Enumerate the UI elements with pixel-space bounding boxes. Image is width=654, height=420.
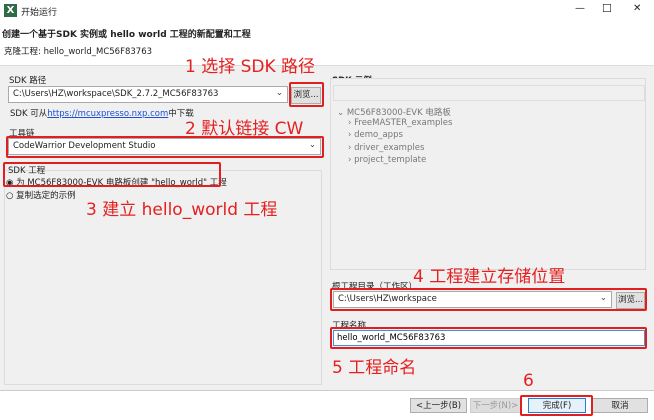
sdk-download-text: SDK 可从https://mcuxpresso.nxp.com中下载 (10, 107, 194, 119)
tree-item[interactable]: › driver_examples (348, 143, 424, 153)
minimize-button[interactable]: — (575, 3, 585, 14)
sdk-path-combo[interactable]: C:\Users\HZ\workspace\SDK_2.7.2_MC56F837… (8, 86, 288, 103)
window-title: 开始运行 (21, 8, 58, 18)
annotation-2: 2 默认链接 CW (185, 119, 304, 139)
tree-item[interactable]: › FreeMASTER_examples (348, 118, 452, 128)
annotation-4: 4 工程建立存储位置 (413, 267, 566, 287)
tree-item-label: driver_examples (354, 143, 425, 153)
highlight-toolchain (6, 136, 324, 158)
back-button[interactable]: <上一步(B) (410, 398, 467, 413)
download-link[interactable]: https://mcuxpresso.nxp.com (47, 109, 168, 119)
radio-label: 复制选定的示例 (16, 191, 76, 201)
app-icon: X (4, 4, 17, 17)
radio-unchecked-icon[interactable]: ○ (6, 191, 13, 201)
cancel-button[interactable]: 取消 (592, 398, 648, 413)
highlight-finish (520, 395, 593, 416)
tree-item-label: demo_apps (354, 130, 403, 140)
next-button[interactable]: 下一步(N)> (470, 398, 521, 413)
download-prefix: SDK 可从 (10, 109, 48, 119)
highlight-sdk-project (3, 162, 221, 187)
highlight-sdk-browse (289, 82, 324, 107)
highlight-project-name (330, 327, 647, 349)
maximize-button[interactable]: ☐ (602, 2, 612, 15)
tree-item-label: project_template (354, 155, 427, 165)
annotation-5: 5 工程命名 (332, 358, 417, 378)
page-heading: 创建一个基于SDK 实例或 hello world 工程的新配置和工程 (2, 30, 251, 40)
examples-search-input[interactable] (333, 85, 645, 101)
annotation-3: 3 建立 hello_world 工程 (86, 200, 278, 220)
radio-copy-example[interactable]: ○ 复制选定的示例 (6, 189, 76, 201)
clone-info: 克隆工程: hello_world_MC56F83763 (4, 47, 153, 57)
sdk-path-label: SDK 路径 (9, 76, 47, 86)
tree-item[interactable]: › project_template (348, 155, 426, 165)
bottom-divider (0, 390, 654, 391)
sdk-path-value: C:\Users\HZ\workspace\SDK_2.7.2_MC56F837… (13, 89, 219, 99)
tree-item[interactable]: › demo_apps (348, 130, 403, 140)
annotation-6: 6 (523, 371, 534, 391)
close-button[interactable]: ✕ (633, 3, 641, 14)
tree-root-label: MC56F83000-EVK 电路板 (346, 108, 451, 118)
highlight-root-dir (330, 288, 647, 311)
chevron-down-icon[interactable]: ⌄ (276, 88, 283, 98)
tree-item-label: FreeMASTER_examples (354, 118, 453, 128)
tree-root[interactable]: ⌄ MC56F83000-EVK 电路板 (337, 106, 451, 118)
annotation-1: 1 选择 SDK 路径 (185, 57, 316, 77)
